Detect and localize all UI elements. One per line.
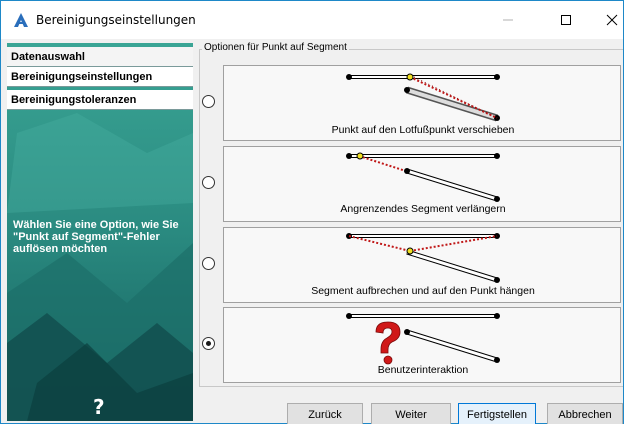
option-card-move-to-foot[interactable]: Punkt auf den Lotfußpunkt verschieben [223, 65, 621, 141]
dialog-window: Bereinigungseinstellungen Datenauswahl B… [0, 0, 624, 424]
nav-item-label: Datenauswahl [11, 50, 85, 63]
radio-option-move-to-foot[interactable] [202, 95, 215, 108]
nav-item-bereinigungseinstellungen[interactable]: Bereinigungseinstellungen [7, 67, 193, 87]
radio-option-split-segment[interactable] [202, 257, 215, 270]
close-icon [606, 14, 618, 26]
cancel-button[interactable]: Abbrechen [547, 403, 623, 424]
help-icon[interactable]: ? [93, 395, 105, 419]
option-card-split-segment[interactable]: Segment aufbrechen und auf den Punkt hän… [223, 227, 621, 303]
radio-option-extend-segment[interactable] [202, 176, 215, 189]
minimize-icon [503, 19, 513, 21]
option-caption: Segment aufbrechen und auf den Punkt hän… [311, 285, 535, 297]
nav-item-datenauswahl[interactable]: Datenauswahl [7, 47, 193, 67]
close-button[interactable] [589, 1, 624, 39]
question-mark-icon [375, 321, 401, 365]
next-button[interactable]: Weiter [371, 403, 451, 424]
sidebar-hint-text: Wählen Sie eine Option, wie Sie "Punkt a… [13, 219, 179, 255]
nav-item-label: Bereinigungseinstellungen [11, 70, 153, 83]
minimize-button[interactable] [485, 1, 531, 39]
wizard-sidebar: Datenauswahl Bereinigungseinstellungen B… [7, 43, 193, 421]
option-card-user-interaction[interactable]: Benutzerinteraktion [223, 307, 621, 383]
option-card-extend-segment[interactable]: Angrenzendes Segment verlängern [223, 146, 621, 222]
maximize-button[interactable] [543, 1, 589, 39]
back-button[interactable]: Zurück [287, 403, 363, 424]
app-logo-icon [14, 13, 28, 27]
nav-item-bereinigungstoleranzen[interactable]: Bereinigungstoleranzen [7, 90, 193, 110]
option-caption: Angrenzendes Segment verlängern [340, 203, 506, 215]
title-bar[interactable]: Bereinigungseinstellungen [1, 1, 623, 39]
radio-option-user-interaction[interactable] [202, 337, 215, 350]
options-group-label: Optionen für Punkt auf Segment [202, 42, 349, 53]
radio-selected-dot [206, 341, 211, 346]
maximize-icon [561, 15, 571, 25]
finish-button[interactable]: Fertigstellen [458, 403, 536, 424]
option-caption: Benutzerinteraktion [377, 364, 469, 376]
nav-item-label: Bereinigungstoleranzen [11, 93, 137, 106]
option-caption: Punkt auf den Lotfußpunkt verschieben [331, 124, 515, 136]
window-title: Bereinigungseinstellungen [36, 13, 196, 27]
dialog-content: Datenauswahl Bereinigungseinstellungen B… [1, 39, 623, 424]
